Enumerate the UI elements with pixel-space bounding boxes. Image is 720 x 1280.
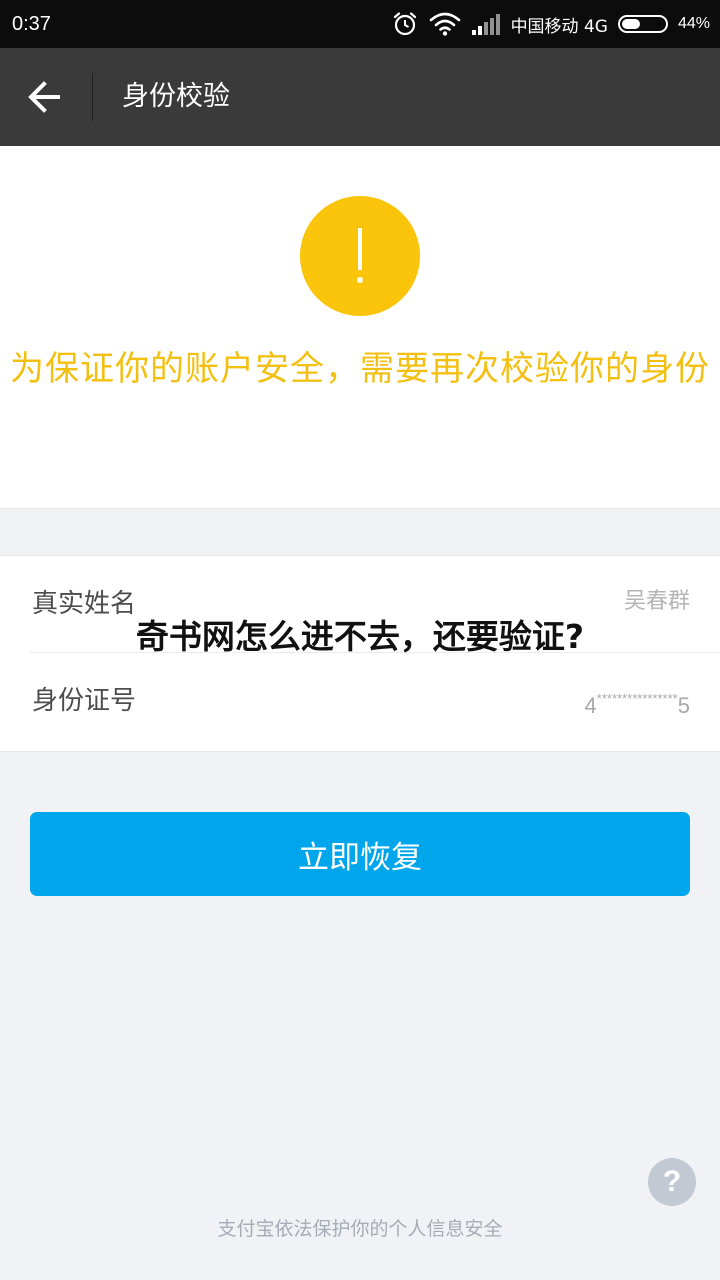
battery-level [621, 19, 640, 29]
privacy-footer: 支付宝依法保护你的个人信息安全 [217, 1218, 503, 1240]
back-button[interactable] [22, 75, 70, 119]
battery-icon [617, 15, 668, 33]
warning-badge [300, 196, 420, 316]
id-value: 4****************5 [585, 681, 690, 725]
warning-message: 为保证你的账户安全，需要再次校验你的身份 [10, 349, 710, 389]
exclamation-icon [357, 228, 363, 283]
help-button[interactable]: ? [648, 1158, 696, 1206]
warning-panel: 为保证你的账户安全，需要再次校验你的身份 [0, 146, 720, 509]
id-row: 身份证号 4****************5 [30, 653, 720, 749]
carrier-label: 中国移动 4G [510, 16, 608, 37]
id-label: 身份证号 [32, 686, 137, 716]
id-value-first: 4 [584, 693, 597, 718]
name-row: 真实姓名 吴春群 [30, 556, 720, 653]
id-value-mask: **************** [596, 691, 678, 706]
arrow-left-icon [28, 81, 60, 113]
app-bar: 身份校验 [0, 48, 720, 146]
wifi-icon [429, 11, 461, 37]
status-bar: 0:37 中国移动 4G 44% [0, 0, 720, 48]
signal-icon [471, 12, 501, 36]
name-label: 真实姓名 [32, 589, 137, 619]
name-value: 吴春群 [623, 589, 690, 614]
status-icons: 中国移动 4G 44% [391, 0, 710, 48]
alarm-icon [391, 10, 419, 38]
question-icon: ? [662, 1165, 682, 1198]
restore-button[interactable]: 立即恢复 [30, 812, 690, 896]
app-bar-divider [92, 73, 93, 121]
page-title: 身份校验 [122, 81, 230, 112]
status-time: 0:37 [12, 13, 51, 35]
identity-form: 真实姓名 吴春群 身份证号 4****************5 [0, 555, 720, 752]
id-value-last: 5 [677, 693, 690, 718]
battery-percent: 44% [677, 15, 710, 32]
